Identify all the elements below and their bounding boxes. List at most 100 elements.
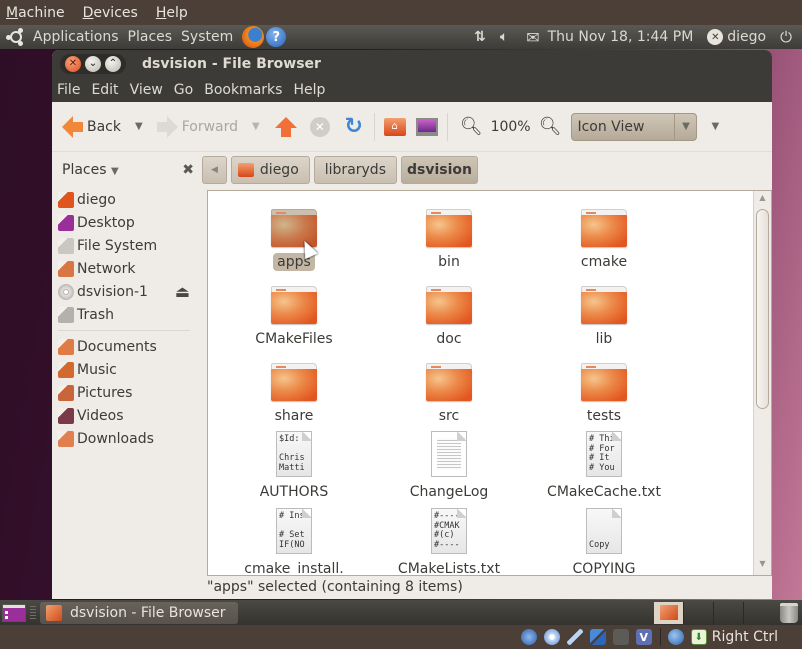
file-item-authors[interactable]: $Id: Chris Matti AUTHORS xyxy=(234,431,354,501)
vbox-menu-machine[interactable]: Machine xyxy=(6,5,65,21)
virtualbox-statusbar: V ⬇ Right Ctrl xyxy=(0,625,802,649)
host-key-icon[interactable]: ⬇ xyxy=(690,629,707,645)
computer-button[interactable] xyxy=(415,116,439,138)
harddisk-activity-icon[interactable] xyxy=(520,629,537,645)
ubuntu-logo-icon[interactable] xyxy=(6,28,25,46)
file-item-tests[interactable]: tests xyxy=(544,361,664,425)
menu-help[interactable]: Help xyxy=(293,82,325,98)
sidebar-item-documents[interactable]: Documents xyxy=(52,335,200,358)
folder-icon xyxy=(426,209,472,247)
file-name: CMakeFiles xyxy=(255,331,333,347)
sidebar-item-trash[interactable]: Trash xyxy=(52,303,200,326)
file-name: COPYING xyxy=(572,561,636,575)
virtualization-icon[interactable]: V xyxy=(635,629,652,645)
trash-applet-icon[interactable] xyxy=(780,602,798,623)
path-scroll-left-button[interactable]: ◀ xyxy=(202,156,227,184)
shared-folders-icon[interactable] xyxy=(612,629,629,645)
user-status-icon[interactable]: ✕ xyxy=(707,29,724,45)
menu-go[interactable]: Go xyxy=(174,82,193,98)
usb-icon[interactable] xyxy=(566,629,583,645)
help-icon[interactable]: ? xyxy=(266,27,287,47)
sidebar-item-downloads[interactable]: Downloads xyxy=(52,427,200,450)
clock[interactable]: Thu Nov 18, 1:44 PM xyxy=(548,29,694,45)
file-item-apps[interactable]: apps xyxy=(234,207,354,271)
scroll-down-icon[interactable]: ▼ xyxy=(754,559,771,573)
vertical-scrollbar[interactable]: ▲ ▼ xyxy=(753,191,771,575)
vbox-menu-devices[interactable]: Devices xyxy=(83,5,138,21)
forward-history-dropdown[interactable]: ▼ xyxy=(252,121,260,132)
file-item-changelog[interactable]: ChangeLog xyxy=(389,431,509,501)
workspace-2[interactable] xyxy=(684,601,714,624)
file-item-lib[interactable]: lib xyxy=(544,284,664,348)
power-icon[interactable]: ⏻ xyxy=(780,28,792,46)
file-item-copying[interactable]: Copy COPYING xyxy=(544,508,664,575)
show-desktop-icon[interactable] xyxy=(2,603,26,622)
zoom-in-icon[interactable]: 🔍︎ xyxy=(539,116,562,137)
sidebar-item-videos[interactable]: Videos xyxy=(52,404,200,427)
stop-button[interactable]: ✕ xyxy=(308,116,332,138)
cdrom-activity-icon[interactable] xyxy=(543,629,560,645)
places-menu[interactable]: Places xyxy=(128,29,173,45)
file-item-cmake-install-[interactable]: # Ins # Set IF(NO cmake_install. xyxy=(234,508,354,575)
sidebar-item-network[interactable]: Network xyxy=(52,257,200,280)
network-icon[interactable]: ⇅ xyxy=(474,29,486,45)
sidebar-item-pictures[interactable]: Pictures xyxy=(52,381,200,404)
file-item-share[interactable]: share xyxy=(234,361,354,425)
network-folder-icon xyxy=(58,260,74,277)
maximize-window-button[interactable]: ⌃ xyxy=(105,55,121,72)
file-item-cmake[interactable]: cmake xyxy=(544,207,664,271)
file-item-cmakelists-txt[interactable]: #---- #CMAK #(c) #---- CMakeLists.txt xyxy=(389,508,509,575)
file-name: bin xyxy=(438,254,460,270)
menu-bookmarks[interactable]: Bookmarks xyxy=(204,82,282,98)
menu-edit[interactable]: Edit xyxy=(91,82,118,98)
sidebar-item-music[interactable]: Music xyxy=(52,358,200,381)
minimize-window-button[interactable]: ⌄ xyxy=(85,55,101,72)
sidebar-item-diego[interactable]: diego xyxy=(52,188,200,211)
scrollbar-thumb[interactable] xyxy=(756,209,769,409)
volume-icon[interactable]: 🔈︎ xyxy=(500,29,508,45)
places-dropdown[interactable]: Places ▼ xyxy=(62,162,119,178)
path-button-dsvision[interactable]: dsvision xyxy=(401,156,478,184)
path-button-diego[interactable]: diego xyxy=(230,156,310,184)
close-window-button[interactable]: ✕ xyxy=(65,55,81,72)
zoom-level[interactable]: 100% xyxy=(491,119,531,135)
reload-button[interactable]: ↻ xyxy=(342,114,366,139)
user-name[interactable]: diego xyxy=(727,29,766,45)
vbox-menu-help[interactable]: Help xyxy=(156,5,188,21)
back-button[interactable]: Back xyxy=(62,115,121,138)
network-adapter-icon[interactable] xyxy=(589,629,606,645)
file-item-bin[interactable]: bin xyxy=(389,207,509,271)
applications-menu[interactable]: Applications xyxy=(33,29,119,45)
taskbar-window-button[interactable]: dsvision - File Browser xyxy=(40,601,238,624)
eject-icon[interactable]: ⏏ xyxy=(175,282,190,301)
workspace-4[interactable] xyxy=(744,602,774,624)
sidebar-item-dsvision-1[interactable]: dsvision-1 ⏏ xyxy=(52,280,200,303)
workspace-1[interactable] xyxy=(654,601,684,624)
firefox-icon[interactable] xyxy=(242,26,265,48)
back-history-dropdown[interactable]: ▼ xyxy=(135,121,143,132)
scroll-up-icon[interactable]: ▲ xyxy=(754,193,771,207)
file-item-doc[interactable]: doc xyxy=(389,284,509,348)
up-button[interactable] xyxy=(274,116,298,138)
sidebar-item-desktop[interactable]: Desktop xyxy=(52,211,200,234)
toolbar-separator xyxy=(446,112,448,141)
close-sidebar-icon[interactable]: ✖ xyxy=(182,162,194,178)
mouse-integration-icon[interactable] xyxy=(667,629,684,645)
path-button-libraryds[interactable]: libraryds xyxy=(313,156,397,184)
menu-file[interactable]: File xyxy=(57,82,80,98)
workspace-3[interactable] xyxy=(714,601,744,624)
system-menu[interactable]: System xyxy=(181,29,233,45)
panel-grip[interactable] xyxy=(30,605,36,620)
mail-icon[interactable]: ✉ xyxy=(526,28,539,47)
file-item-cmakecache-txt[interactable]: # Thi # For # It # You CMakeCache.txt xyxy=(544,431,664,501)
file-item-src[interactable]: src xyxy=(389,361,509,425)
menu-view[interactable]: View xyxy=(130,82,163,98)
zoom-out-icon[interactable]: 🔍︎ xyxy=(460,116,483,137)
file-item-cmakefiles[interactable]: CMakeFiles xyxy=(234,284,354,348)
view-mode-select[interactable]: Icon View ▼ xyxy=(571,112,698,141)
sidebar-item-file-system[interactable]: File System xyxy=(52,234,200,257)
window-titlebar[interactable]: ✕ ⌄ ⌃ dsvision - File Browser xyxy=(52,50,772,77)
toolbar-overflow-icon[interactable]: ▼ xyxy=(711,121,719,132)
forward-button[interactable]: Forward xyxy=(156,115,238,138)
home-button[interactable]: ⌂ xyxy=(383,116,407,138)
